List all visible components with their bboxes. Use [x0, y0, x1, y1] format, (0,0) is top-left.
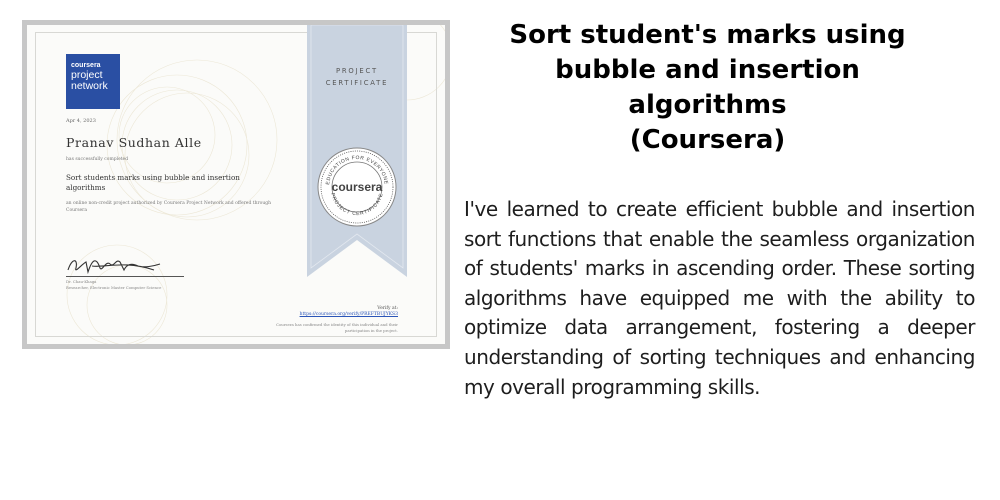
- certificate-date: Apr 4, 2023: [66, 118, 96, 124]
- headline-line-3: algorithms: [628, 90, 787, 120]
- signer-name: Dr. Chau-Khaga: [66, 279, 97, 284]
- certificate: coursera project network Apr 4, 2023 Pra…: [27, 25, 445, 344]
- course-title: Sort students marks using bubble and ins…: [66, 173, 240, 192]
- signer-title: Researcher, Electronic Master Computer S…: [66, 284, 162, 290]
- headline-line-2: bubble and insertion: [555, 55, 860, 85]
- certificate-image: coursera project network Apr 4, 2023 Pra…: [22, 20, 450, 349]
- ribbon-title-line-2: CERTIFICATE: [325, 79, 389, 87]
- recipient-name: Pranav Sudhan Alle: [66, 135, 202, 150]
- headline: Sort student's marks using bubble and in…: [480, 18, 935, 158]
- coursera-seal: EDUCATION FOR EVERYONE PROJECT CERTIFICA…: [317, 147, 397, 227]
- identity-confirmation: Coursera has confirmed the identity of t…: [276, 322, 398, 333]
- signature: [67, 260, 161, 275]
- ribbon-title-line-1: PROJECT: [336, 67, 378, 75]
- headline-line-4: (Coursera): [629, 125, 786, 155]
- completed-text: has successfully completed: [66, 157, 129, 162]
- seal-center-word: coursera: [332, 180, 383, 194]
- verify-link[interactable]: https://coursera.org/verify/PREFTBUJYKS3: [300, 312, 398, 318]
- signature-line: [66, 276, 184, 277]
- logo-line-2: network: [71, 80, 108, 92]
- ribbon-title: PROJECT CERTIFICATE: [307, 65, 407, 89]
- certificate-description: an online non-credit project authorized …: [66, 201, 272, 213]
- coursera-project-network-logo: coursera project network: [66, 54, 120, 109]
- signer-info: Dr. Chau-Khaga Researcher, Electronic Ma…: [66, 279, 176, 290]
- verify-block: Verify at: https://coursera.org/verify/P…: [300, 306, 398, 318]
- description-paragraph: I've learned to create efficient bubble …: [464, 197, 975, 399]
- headline-line-1: Sort student's marks using: [509, 20, 906, 50]
